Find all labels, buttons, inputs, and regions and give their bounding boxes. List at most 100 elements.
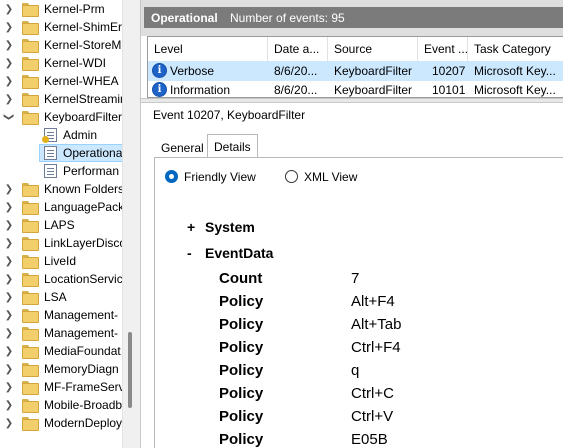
- log-header: Operational Number of events: 95: [141, 0, 563, 36]
- tree-item[interactable]: ❯ Kernel-Prm: [0, 0, 122, 18]
- tree-item[interactable]: ❯ Kernel-WDI: [0, 54, 122, 72]
- field-name: Policy: [219, 408, 264, 425]
- folder-icon: [22, 21, 39, 35]
- chevron-right-icon[interactable]: ❯: [4, 360, 14, 378]
- chevron-right-icon[interactable]: ❯: [4, 306, 14, 324]
- tree-item[interactable]: ❯ Known Folders: [0, 180, 122, 198]
- tree-item[interactable]: ❯ LanguagePack: [0, 198, 122, 216]
- tree-item-label: Kernel-ShimEr: [44, 20, 122, 34]
- tab-general[interactable]: General: [155, 137, 210, 158]
- tree-item[interactable]: Admin: [0, 126, 122, 144]
- tree-item-label: MemoryDiagn: [44, 362, 119, 376]
- folder-icon: [22, 3, 39, 17]
- chevron-right-icon[interactable]: ❯: [4, 396, 14, 414]
- tree-item-label: Kernel-WHEA: [44, 74, 119, 88]
- tree-item[interactable]: ❯ LiveId: [0, 252, 122, 270]
- tree-item[interactable]: ❯ LSA: [0, 288, 122, 306]
- tree-item[interactable]: Performan: [0, 162, 122, 180]
- folder-icon: [22, 255, 39, 269]
- column-header-date[interactable]: Date a...: [268, 37, 328, 61]
- tree-item-label: LSA: [44, 290, 67, 304]
- folder-icon: [22, 93, 39, 107]
- folder-icon: [22, 345, 39, 359]
- xml-view-radio[interactable]: [285, 170, 298, 183]
- folder-icon: [22, 291, 39, 305]
- column-header-source[interactable]: Source: [328, 37, 418, 61]
- collapse-eventdata-toggle[interactable]: -: [187, 245, 192, 261]
- chevron-right-icon[interactable]: ❯: [4, 414, 14, 432]
- column-header-level[interactable]: Level: [148, 37, 268, 61]
- tree-item-label: ModernDeploy: [44, 416, 122, 430]
- chevron-right-icon[interactable]: ❯: [4, 342, 14, 360]
- tree-item[interactable]: ❯ MemoryDiagn: [0, 360, 122, 378]
- info-icon: i: [152, 63, 167, 78]
- field-value: Ctrl+C: [351, 385, 394, 402]
- tree-item[interactable]: ❯ KernelStreamin: [0, 90, 122, 108]
- friendly-view-label[interactable]: Friendly View: [184, 170, 256, 184]
- eventdata-section-label[interactable]: EventData: [205, 245, 273, 261]
- chevron-right-icon[interactable]: ❯: [4, 198, 14, 216]
- chevron-down-icon[interactable]: ❯: [0, 112, 18, 122]
- log-icon: [44, 164, 57, 178]
- chevron-right-icon[interactable]: ❯: [4, 324, 14, 342]
- chevron-right-icon[interactable]: ❯: [4, 180, 14, 198]
- tree-item-label: Performan: [63, 164, 120, 178]
- folder-icon: [22, 309, 39, 323]
- field-value: 7: [351, 270, 360, 287]
- tree-item-label: Kernel-StoreM: [44, 38, 122, 52]
- tree-item-label: LiveId: [44, 254, 77, 268]
- tree-item[interactable]: ❯ MF-FrameServ: [0, 378, 122, 396]
- cell-event-id: 10101: [432, 83, 466, 97]
- tree-item[interactable]: ❯ Management-: [0, 324, 122, 342]
- pane-splitter[interactable]: [141, 98, 563, 103]
- chevron-right-icon[interactable]: ❯: [4, 0, 14, 18]
- tree-item-selected[interactable]: Operational: [39, 144, 122, 162]
- friendly-view-radio[interactable]: [165, 170, 178, 183]
- tab-details[interactable]: Details: [207, 134, 258, 158]
- tree-item-label: Kernel-WDI: [44, 56, 107, 70]
- chevron-right-icon[interactable]: ❯: [4, 270, 14, 288]
- cell-source: KeyboardFilter: [334, 83, 413, 97]
- column-header-task-category[interactable]: Task Category: [468, 37, 563, 61]
- field-value: Alt+Tab: [351, 316, 402, 333]
- chevron-right-icon[interactable]: ❯: [4, 234, 14, 252]
- chevron-right-icon[interactable]: ❯: [4, 288, 14, 306]
- chevron-right-icon[interactable]: ❯: [4, 36, 14, 54]
- folder-icon: [22, 327, 39, 341]
- tree-item[interactable]: ❯ LocationServic: [0, 270, 122, 288]
- system-section-label[interactable]: System: [205, 219, 255, 235]
- xml-view-label[interactable]: XML View: [304, 170, 357, 184]
- events-table: Level Date a... Source Event ... Task Ca…: [147, 36, 563, 98]
- chevron-right-icon[interactable]: ❯: [4, 18, 14, 36]
- folder-icon: [22, 417, 39, 431]
- field-name: Policy: [219, 293, 264, 310]
- chevron-right-icon[interactable]: ❯: [4, 252, 14, 270]
- chevron-right-icon[interactable]: ❯: [4, 378, 14, 396]
- field-name: Count: [219, 270, 263, 287]
- tree-item[interactable]: ❯ LAPS: [0, 216, 122, 234]
- field-value: q: [351, 362, 360, 379]
- column-header-event-id[interactable]: Event ...: [418, 37, 468, 61]
- folder-icon: [22, 363, 39, 377]
- tree-item[interactable]: ❯ Kernel-ShimEr: [0, 18, 122, 36]
- tree-item[interactable]: ❯ ModernDeploy: [0, 414, 122, 432]
- tree-item-label: Mobile-Broadb: [44, 398, 122, 412]
- chevron-right-icon[interactable]: ❯: [4, 54, 14, 72]
- tree-item[interactable]: ❯ Management-: [0, 306, 122, 324]
- folder-icon: [22, 75, 39, 89]
- chevron-right-icon[interactable]: ❯: [4, 72, 14, 90]
- expand-system-toggle[interactable]: +: [187, 219, 195, 235]
- tree-item[interactable]: ❯ Kernel-StoreM: [0, 36, 122, 54]
- tree-item[interactable]: ❯ Mobile-Broadb: [0, 396, 122, 414]
- tree-item[interactable]: ❯ LinkLayerDisco: [0, 234, 122, 252]
- chevron-right-icon[interactable]: ❯: [4, 216, 14, 234]
- field-name: Policy: [219, 431, 264, 448]
- tree-item[interactable]: ❯ MediaFoundat: [0, 342, 122, 360]
- tree-item[interactable]: ❯ Kernel-WHEA: [0, 72, 122, 90]
- tree-item[interactable]: ❯ KeyboardFilter: [0, 108, 122, 126]
- field-value: Alt+F4: [351, 293, 395, 310]
- admin-log-icon: [42, 128, 57, 143]
- tree-scrollbar-thumb[interactable]: [128, 332, 132, 408]
- folder-icon: [22, 399, 39, 413]
- chevron-right-icon[interactable]: ❯: [4, 90, 14, 108]
